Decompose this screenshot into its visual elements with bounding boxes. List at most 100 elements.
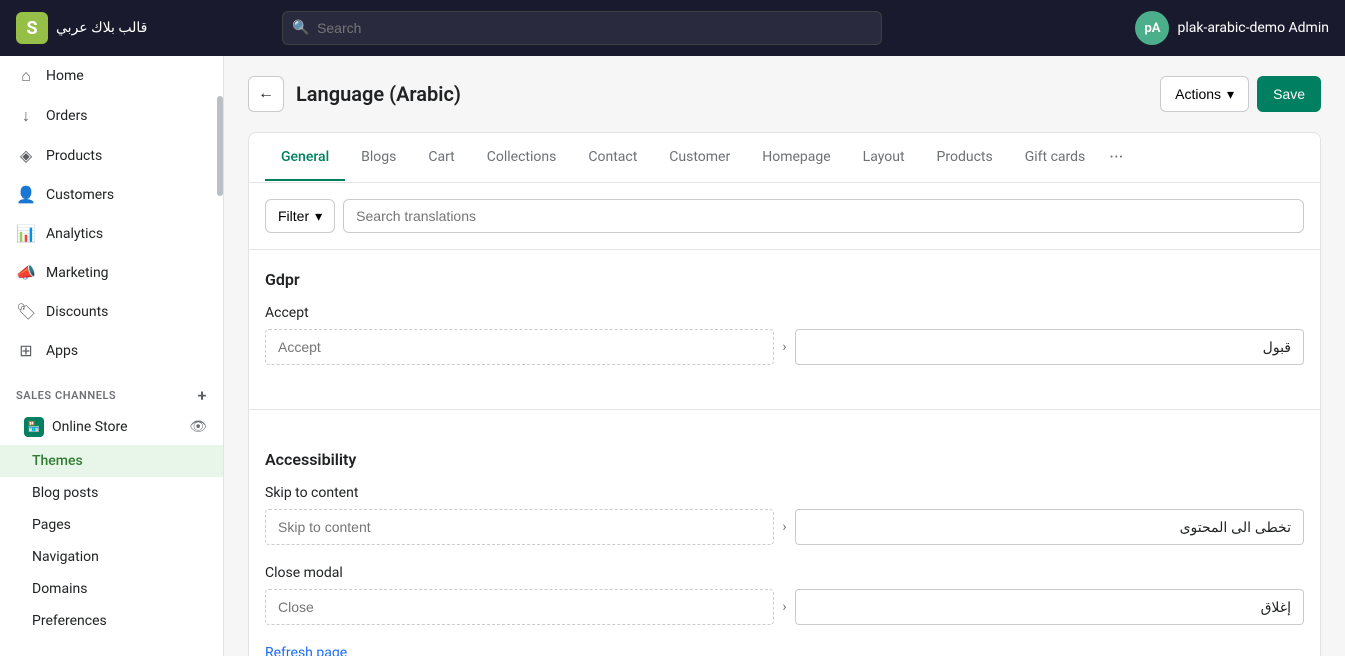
orders-icon: ↓ [16,106,36,126]
sidebar-item-orders[interactable]: ↓ Orders [0,96,223,136]
domains-label: Domains [32,581,87,597]
close-translation-input[interactable] [795,589,1304,625]
add-sales-channel-icon[interactable]: + [198,386,207,405]
tab-general[interactable]: General [265,135,345,181]
user-menu[interactable]: pA plak-arabic-demo Admin [1135,11,1329,45]
actions-label: Actions [1175,86,1221,102]
tab-homepage[interactable]: Homepage [746,135,846,181]
refresh-page-link[interactable]: Refresh page [265,645,347,656]
sidebar-item-apps[interactable]: ⊞ Apps [0,331,223,370]
scrollbar-thumb [217,96,223,196]
accessibility-section-title: Accessibility [265,450,1304,469]
page-header: ← Language (Arabic) Actions ▾ Save [248,76,1321,112]
sidebar-item-marketing[interactable]: 📣 Marketing [0,253,223,292]
blog-posts-label: Blog posts [32,485,98,501]
apps-icon: ⊞ [16,341,36,360]
sidebar-item-analytics[interactable]: 📊 Analytics [0,214,223,253]
arrow-right-icon-2: › [782,519,786,535]
main-layout: ⌂ Home ↓ Orders ◈ Products 👤 Customers 📊… [0,56,1345,656]
page-title: Language (Arabic) [296,82,461,106]
filter-chevron-icon: ▾ [315,208,322,225]
customers-icon: 👤 [16,185,36,204]
close-modal-field-group: Close modal › [265,565,1304,625]
accept-label: Accept [265,305,1304,321]
search-bar: 🔍 [282,11,882,45]
gdpr-section: Gdpr Accept › [249,250,1320,405]
sidebar-sub-item-domains[interactable]: Domains [0,573,223,605]
sidebar-item-label: Customers [46,187,114,203]
online-store-icon: 🏪 [24,417,44,437]
preferences-label: Preferences [32,613,107,629]
filter-label: Filter [278,208,309,224]
themes-label: Themes [32,453,83,469]
sidebar-item-label: Discounts [46,304,108,320]
tab-blogs[interactable]: Blogs [345,135,412,181]
translations-card: General Blogs Cart Collections Contact C… [248,132,1321,656]
gdpr-section-title: Gdpr [265,270,1304,289]
search-input[interactable] [282,11,882,45]
filter-row: Filter ▾ [249,183,1320,250]
store-name: قالب بلاك عربي [56,20,147,36]
skip-to-content-label: Skip to content [265,485,1304,501]
back-button[interactable]: ← [248,76,284,112]
filter-button[interactable]: Filter ▾ [265,199,335,233]
arrow-right-icon: › [782,339,786,355]
actions-button[interactable]: Actions ▾ [1160,76,1249,112]
tab-layout[interactable]: Layout [847,135,921,181]
sidebar-item-label: Analytics [46,226,103,242]
shopify-icon: S [16,12,48,44]
sidebar-item-products[interactable]: ◈ Products [0,136,223,175]
sidebar-item-label: Home [46,68,84,84]
sidebar-item-online-store[interactable]: 🏪 Online Store 👁 [0,409,223,445]
tabs-bar: General Blogs Cart Collections Contact C… [249,133,1320,183]
sidebar-sub-item-navigation[interactable]: Navigation [0,541,223,573]
accept-source-input[interactable] [265,329,774,365]
sidebar-scrollbar[interactable] [216,56,224,656]
sidebar-item-label: Marketing [46,265,109,281]
skip-source-input[interactable] [265,509,774,545]
save-button[interactable]: Save [1257,76,1321,112]
sidebar-item-label: Orders [46,108,88,124]
accept-translation-input[interactable] [795,329,1304,365]
content-area: ← Language (Arabic) Actions ▾ Save Gener… [224,56,1345,656]
tab-products[interactable]: Products [921,135,1009,181]
sidebar-item-customers[interactable]: 👤 Customers [0,175,223,214]
discounts-icon: 🏷 [16,302,36,321]
search-icon: 🔍 [292,20,309,36]
close-source-input[interactable] [265,589,774,625]
sidebar-item-discounts[interactable]: 🏷 Discounts [0,292,223,331]
sales-channels-label: SALES CHANNELS + [0,370,223,409]
tab-collections[interactable]: Collections [471,135,573,181]
tabs-more-button[interactable]: ··· [1101,133,1131,182]
topbar: S قالب بلاك عربي 🔍 pA plak-arabic-demo A… [0,0,1345,56]
eye-icon[interactable]: 👁 [189,419,207,435]
online-store-label: Online Store [52,419,128,435]
sidebar-sub-item-preferences[interactable]: Preferences [0,605,223,637]
chevron-down-icon: ▾ [1227,86,1234,103]
accessibility-section: Accessibility Skip to content › Close mo… [249,430,1320,656]
avatar: pA [1135,11,1169,45]
close-modal-label: Close modal [265,565,1304,581]
sidebar-item-home[interactable]: ⌂ Home [0,56,223,96]
products-icon: ◈ [16,146,36,165]
search-translations-input[interactable] [343,199,1304,233]
navigation-label: Navigation [32,549,99,565]
pages-label: Pages [32,517,71,533]
accept-field-group: Accept › [265,305,1304,365]
sidebar-item-label: Apps [46,343,78,359]
tab-cart[interactable]: Cart [412,135,470,181]
sidebar-sub-item-blog-posts[interactable]: Blog posts [0,477,223,509]
home-icon: ⌂ [16,66,36,86]
skip-to-content-field-group: Skip to content › [265,485,1304,545]
skip-translation-input[interactable] [795,509,1304,545]
logo: S قالب بلاك عربي [16,12,147,44]
sidebar: ⌂ Home ↓ Orders ◈ Products 👤 Customers 📊… [0,56,224,656]
arrow-right-icon-3: › [782,599,786,615]
tab-gift-cards[interactable]: Gift cards [1009,135,1102,181]
tab-contact[interactable]: Contact [572,135,653,181]
sidebar-sub-item-pages[interactable]: Pages [0,509,223,541]
sidebar-item-label: Products [46,148,102,164]
tab-customer[interactable]: Customer [653,135,746,181]
sidebar-sub-item-themes[interactable]: Themes [0,445,223,477]
sidebar-wrapper: ⌂ Home ↓ Orders ◈ Products 👤 Customers 📊… [0,56,224,656]
